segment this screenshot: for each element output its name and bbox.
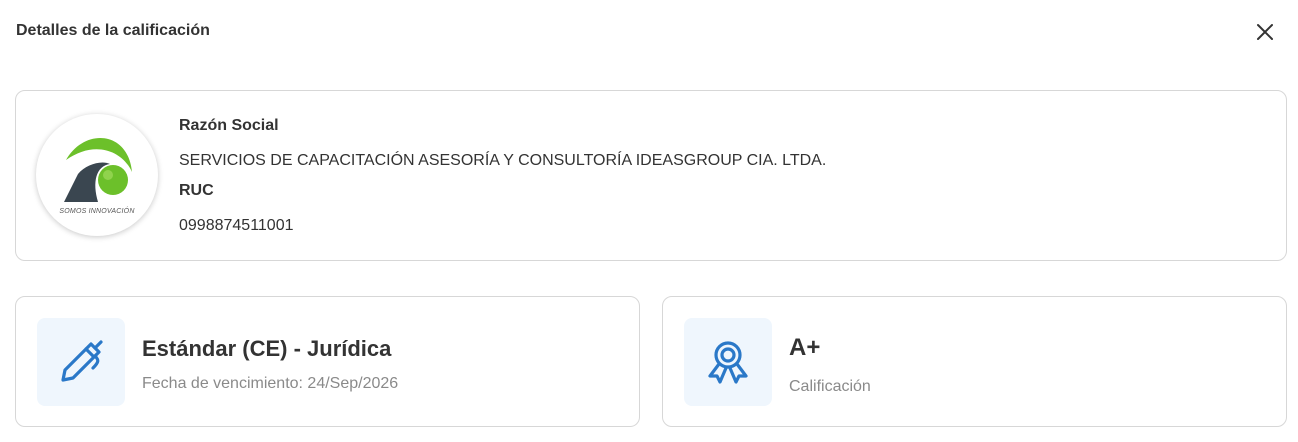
certificate-card: Estándar (CE) - Jurídica Fecha de vencim… <box>15 296 640 427</box>
certificate-title: Estándar (CE) - Jurídica <box>142 336 392 361</box>
ruc-label: RUC <box>179 182 214 199</box>
certificate-expiry: Fecha de vencimiento: 24/Sep/2026 <box>142 375 399 392</box>
certificate-icon-tile <box>37 318 125 406</box>
razon-social-label: Razón Social <box>179 117 279 134</box>
logo-tagline: SOMOS INNOVACIÓN <box>59 208 135 215</box>
close-button[interactable] <box>1250 17 1280 47</box>
rating-label: Calificación <box>789 378 871 395</box>
modal-title: Detalles de la calificación <box>16 22 210 39</box>
rating-icon-tile <box>684 318 772 406</box>
pen-icon <box>61 340 103 382</box>
award-ribbon-icon <box>708 341 748 384</box>
rating-card: A+ Calificación <box>662 296 1287 427</box>
close-icon <box>1257 24 1273 40</box>
rating-value: A+ <box>789 334 821 361</box>
company-logo: SOMOS INNOVACIÓN <box>36 114 158 236</box>
ruc-value: 0998874511001 <box>179 217 294 234</box>
rating-details-modal: Detalles de la calificación SOMOS INNOVA… <box>0 0 1298 442</box>
razon-social-value: SERVICIOS DE CAPACITACIÓN ASESORÍA Y CON… <box>179 152 827 169</box>
company-card: SOMOS INNOVACIÓN Razón Social SERVICIOS … <box>15 90 1287 261</box>
